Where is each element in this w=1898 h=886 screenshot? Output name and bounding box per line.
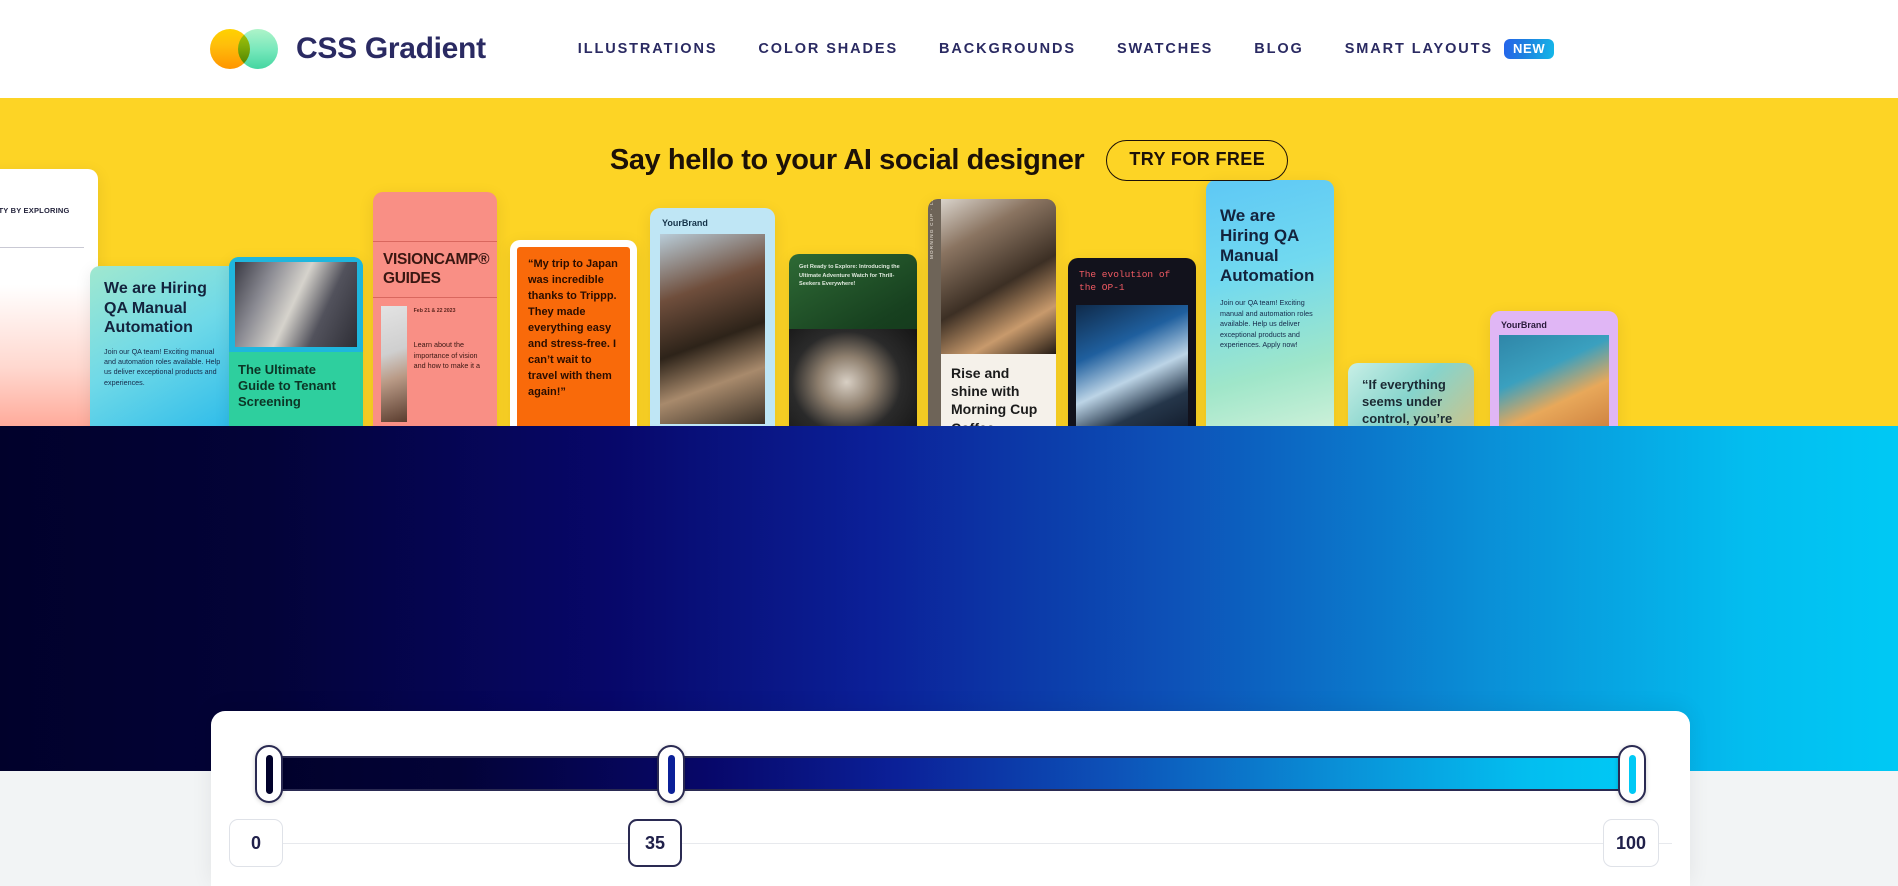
nav-item-swatches[interactable]: SWATCHES bbox=[1117, 31, 1213, 67]
ad-card-adventure-watch[interactable]: Get Ready to Explore: Introducing the Ul… bbox=[789, 254, 917, 426]
nav-label: SMART LAYOUTS bbox=[1344, 41, 1493, 57]
ad-card-photo bbox=[1499, 335, 1609, 426]
nav-item-smart-layouts[interactable]: SMART LAYOUTS NEW bbox=[1345, 29, 1555, 69]
gradient-stop-input-1[interactable]: 35 bbox=[628, 819, 682, 867]
ad-card-side-label: MORNING CUP · LAUNCH bbox=[929, 199, 934, 259]
nav-label: ILLUSTRATIONS bbox=[577, 41, 718, 57]
ad-card-body: Join our QA team! Exciting manual and au… bbox=[104, 346, 221, 387]
gradient-stop-positions: 0 35 100 bbox=[229, 819, 1672, 867]
ad-card-photo bbox=[381, 305, 407, 422]
ad-card-japan-testimonial[interactable]: “My trip to Japan was incredible thanks … bbox=[510, 240, 637, 426]
nav-label: BLOG bbox=[1254, 41, 1304, 57]
stop-baseline bbox=[229, 843, 1672, 844]
nav-item-color-shades[interactable]: COLOR SHADES bbox=[758, 31, 898, 67]
ad-card-heading: We are Hiring QA Manual Automation bbox=[104, 280, 207, 337]
ad-card-body: LEVEL OF CREATIVITY BY EXPLORING THE bbox=[0, 206, 70, 215]
ad-card-heading: We are Hiring QA Manual Automation bbox=[1220, 206, 1315, 286]
ad-card-photo bbox=[660, 234, 765, 424]
ad-card-hiring-qa-large[interactable]: We are Hiring QA Manual Automation Join … bbox=[1206, 180, 1334, 426]
nav-item-blog[interactable]: BLOG bbox=[1254, 31, 1304, 67]
main-navigation: ILLUSTRATIONS COLOR SHADES BACKGROUNDS S… bbox=[578, 29, 1555, 69]
gradient-slider-track[interactable] bbox=[269, 756, 1632, 791]
ad-card-body: Learn about the importance of vision and… bbox=[413, 339, 480, 371]
two-overlapping-circles-icon bbox=[210, 29, 278, 69]
ad-card-visioncamp[interactable]: VISIONCAMP® GUIDES Feb 21 & 22 2023 Lear… bbox=[373, 192, 497, 426]
ad-card-body: Join our QA team! Exciting manual and au… bbox=[1220, 298, 1313, 349]
ad-card-heading: VISIONCAMP® GUIDES bbox=[383, 251, 490, 287]
ad-headline-row: Say hello to your AI social designer TRY… bbox=[0, 140, 1898, 181]
nav-item-illustrations[interactable]: ILLUSTRATIONS bbox=[578, 31, 718, 67]
nav-item-backgrounds[interactable]: BACKGROUNDS bbox=[939, 31, 1076, 67]
ad-card-photo bbox=[229, 257, 363, 352]
ad-card-heading: The evolution of the OP-1 bbox=[1079, 269, 1171, 294]
ad-card-heading: The Ultimate Guide to Tenant Screening bbox=[238, 362, 336, 409]
ad-card-heading: YourBrand bbox=[662, 218, 708, 228]
new-badge: NEW bbox=[1503, 39, 1555, 59]
ad-card-meta: Feb 21 & 22 2023 bbox=[413, 307, 456, 314]
nav-label: BACKGROUNDS bbox=[939, 41, 1076, 57]
divider bbox=[0, 246, 84, 248]
ad-card-creativity[interactable]: LEVEL OF CREATIVITY BY EXPLORING THE 22 bbox=[0, 169, 98, 426]
ad-card-yourbrand-purple[interactable]: YourBrand bbox=[1490, 311, 1618, 426]
ad-headline: Say hello to your AI social designer bbox=[609, 144, 1085, 176]
ad-card-tenant-screening[interactable]: The Ultimate Guide to Tenant Screening bbox=[229, 257, 363, 426]
ad-card-heading: Rise and shine with Morning Cup Coffee bbox=[951, 365, 1038, 426]
ad-card-heading: “My trip to Japan was incredible thanks … bbox=[528, 258, 618, 398]
gradient-stop-handle-1[interactable] bbox=[657, 745, 685, 803]
site-header: CSS Gradient ILLUSTRATIONS COLOR SHADES … bbox=[0, 0, 1898, 98]
gradient-slider[interactable] bbox=[229, 745, 1672, 803]
ad-banner: LEVEL OF CREATIVITY BY EXPLORING THE 22 … bbox=[0, 98, 1898, 426]
handle-color-swatch bbox=[265, 754, 273, 794]
ad-card-photo bbox=[789, 329, 917, 426]
ad-card-hiring-qa-small[interactable]: We are Hiring QA Manual Automation Join … bbox=[90, 266, 242, 426]
logo-circle-green bbox=[238, 29, 278, 69]
gradient-stop-handle-2[interactable] bbox=[1618, 745, 1646, 803]
gradient-stop-input-0[interactable]: 0 bbox=[229, 819, 283, 867]
ad-card-heading: Get Ready to Explore: Introducing the Ul… bbox=[799, 264, 900, 288]
ad-card-op1[interactable]: The evolution of the OP-1 bbox=[1068, 258, 1196, 426]
brand-logo-link[interactable]: CSS Gradient bbox=[210, 29, 486, 69]
ad-card-photo bbox=[1076, 304, 1188, 426]
ad-card-yourbrand-laptop[interactable]: YourBrand bbox=[650, 208, 775, 426]
handle-color-swatch bbox=[1628, 754, 1636, 794]
ad-card-control-quote[interactable]: “If everything seems under control, you’… bbox=[1348, 363, 1474, 426]
brand-name: CSS Gradient bbox=[296, 32, 486, 65]
gradient-stop-handle-0[interactable] bbox=[255, 745, 283, 803]
ad-card-heading: “If everything seems under control, you’… bbox=[1362, 377, 1453, 426]
gradient-stop-input-2[interactable]: 100 bbox=[1603, 819, 1660, 867]
ad-card-heading: YourBrand bbox=[1501, 320, 1547, 330]
try-for-free-button[interactable]: TRY FOR FREE bbox=[1106, 140, 1289, 181]
nav-label: SWATCHES bbox=[1116, 41, 1214, 57]
nav-label: COLOR SHADES bbox=[758, 41, 899, 57]
ad-card-morning-coffee[interactable]: MORNING CUP · LAUNCH Rise and shine with… bbox=[928, 199, 1056, 426]
handle-color-swatch bbox=[667, 754, 675, 794]
gradient-editor-panel: 0 35 100 bbox=[211, 711, 1690, 886]
ad-card-photo bbox=[941, 199, 1056, 354]
